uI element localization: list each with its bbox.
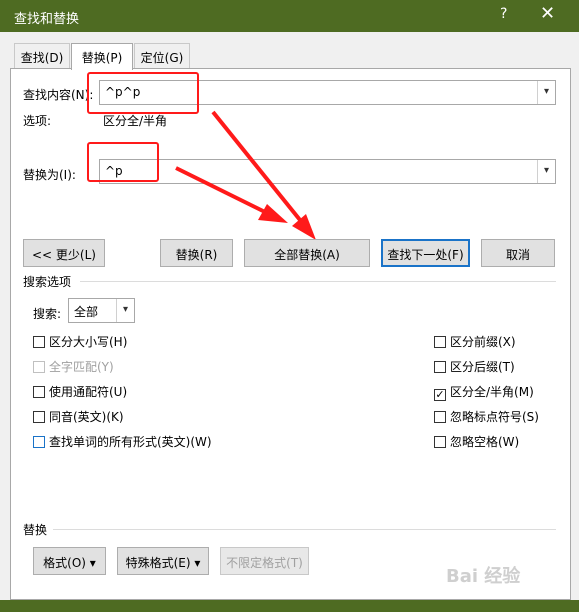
special-format-button[interactable]: 特殊格式(E) ▾ — [117, 547, 209, 575]
less-button[interactable]: << 更少(L) — [23, 239, 105, 267]
highlight-find — [87, 72, 199, 114]
sounds-like-checkbox[interactable]: 同音(英文)(K) — [33, 408, 124, 424]
help-icon[interactable]: ? — [500, 6, 507, 22]
match-suffix-checkbox[interactable]: 区分后缀(T) — [434, 358, 515, 374]
cancel-button[interactable]: 取消 — [481, 239, 555, 267]
close-icon[interactable]: ✕ — [540, 3, 555, 24]
bottom-strip — [0, 600, 579, 612]
whole-word-checkbox: 全字匹配(Y) — [33, 358, 114, 374]
no-formatting-button: 不限定格式(T) — [220, 547, 309, 575]
window-title: 查找和替换 — [14, 12, 80, 27]
search-direction-dropdown-icon[interactable]: ▾ — [116, 299, 134, 322]
checkmark-icon: ✓ — [434, 388, 446, 401]
wildcards-checkbox[interactable]: 使用通配符(U) — [33, 383, 127, 399]
replace-section-title: 替换 — [23, 523, 48, 537]
match-case-checkbox[interactable]: 区分大小写(H) — [33, 333, 127, 349]
search-options-title: 搜索选项 — [23, 275, 72, 289]
replace-button[interactable]: 替换(R) — [160, 239, 233, 267]
format-button[interactable]: 格式(O) ▾ — [33, 547, 106, 575]
search-direction-select[interactable]: 全部 ▾ — [68, 298, 135, 323]
search-direction-label: 搜索: — [33, 307, 62, 321]
watermark-logo: Bai 经验 — [446, 566, 521, 587]
tab-goto[interactable]: 定位(G) — [134, 43, 190, 68]
ignore-punctuation-checkbox[interactable]: 忽略标点符号(S) — [434, 408, 539, 424]
search-options-divider — [80, 281, 556, 282]
find-next-button[interactable]: 查找下一处(F) — [381, 239, 470, 267]
find-dropdown-icon[interactable]: ▾ — [537, 81, 555, 104]
options-label: 选项: — [23, 114, 52, 128]
match-width-checkbox[interactable]: ✓ 区分全/半角(M) — [434, 383, 534, 401]
replace-dropdown-icon[interactable]: ▾ — [537, 160, 555, 183]
tab-replace[interactable]: 替换(P) — [71, 43, 133, 70]
replace-input[interactable]: ^p ▾ — [99, 159, 556, 184]
word-forms-checkbox[interactable]: 查找单词的所有形式(英文)(W) — [33, 433, 212, 449]
options-value: 区分全/半角 — [103, 114, 168, 128]
tab-find[interactable]: 查找(D) — [14, 43, 70, 68]
highlight-replace — [87, 142, 159, 182]
ignore-space-checkbox[interactable]: 忽略空格(W) — [434, 433, 519, 449]
match-prefix-checkbox[interactable]: 区分前缀(X) — [434, 333, 516, 349]
replace-label: 替换为(I): — [23, 168, 76, 182]
title-bar: 查找和替换 ? ✕ — [0, 0, 579, 32]
replace-all-button[interactable]: 全部替换(A) — [244, 239, 370, 267]
find-label: 查找内容(N): — [23, 88, 94, 102]
replace-section-divider — [53, 529, 556, 530]
search-direction-value: 全部 — [74, 305, 99, 319]
